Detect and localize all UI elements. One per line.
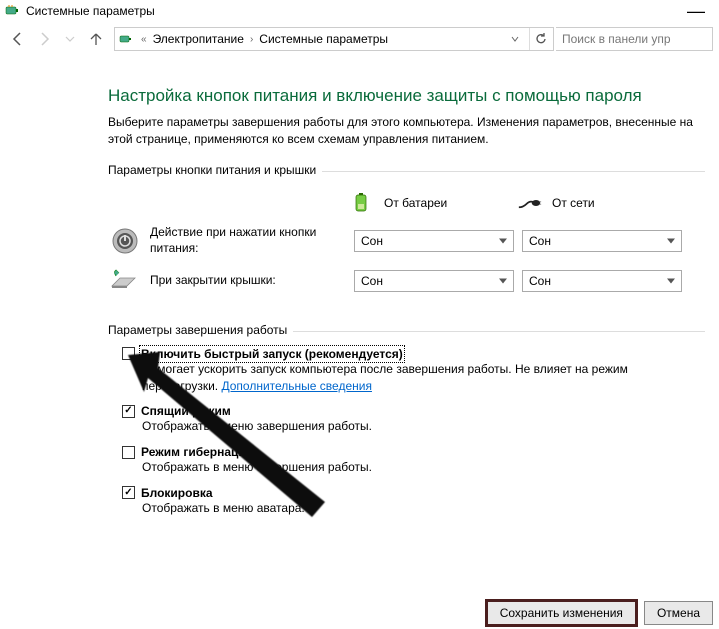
group-power-title: Параметры кнопки питания и крышки — [108, 163, 322, 177]
breadcrumb-item[interactable]: Системные параметры — [259, 32, 388, 46]
power-plan-icon — [117, 30, 135, 48]
battery-icon — [350, 191, 374, 215]
lid-ac-select[interactable]: Сон — [522, 270, 682, 292]
ac-source-label: От сети — [552, 196, 595, 210]
checkbox-description: Помогает ускорить запуск компьютера посл… — [142, 361, 702, 395]
checkbox[interactable] — [122, 486, 135, 499]
shutdown-option: БлокировкаОтображать в меню аватара. — [122, 486, 705, 517]
checkbox-label[interactable]: Включить быстрый запуск (рекомендуется) — [141, 347, 403, 361]
group-shutdown-title: Параметры завершения работы — [108, 323, 293, 337]
power-button-icon — [108, 224, 142, 258]
lid-close-label: При закрытии крышки: — [150, 273, 346, 289]
plug-icon — [518, 191, 542, 215]
minimize-button[interactable]: — — [677, 1, 715, 22]
checkbox-description: Отображать в меню завершения работы. — [142, 459, 702, 476]
page-intro: Выберите параметры завершения работы для… — [108, 114, 705, 149]
back-button[interactable] — [6, 27, 30, 51]
cancel-button[interactable]: Отмена — [644, 601, 713, 625]
recent-dropdown[interactable] — [58, 27, 82, 51]
shutdown-option: Спящий режимОтображать в меню завершения… — [122, 404, 705, 435]
forward-button[interactable] — [32, 27, 56, 51]
lid-battery-select[interactable]: Сон — [354, 270, 514, 292]
checkbox[interactable] — [122, 405, 135, 418]
checkbox-description: Отображать в меню аватара. — [142, 500, 702, 517]
power-button-ac-select[interactable]: Сон — [522, 230, 682, 252]
window-icon — [4, 3, 20, 19]
checkbox-label[interactable]: Спящий режим — [141, 404, 231, 418]
shutdown-option: Режим гибернацииОтображать в меню заверш… — [122, 445, 705, 476]
address-bar[interactable]: « Электропитание › Системные параметры — [114, 27, 554, 51]
checkbox-description: Отображать в меню завершения работы. — [142, 418, 702, 435]
window-title: Системные параметры — [26, 4, 155, 18]
address-dropdown[interactable] — [505, 35, 525, 43]
battery-source-label: От батареи — [384, 196, 447, 210]
shutdown-option: Включить быстрый запуск (рекомендуется)П… — [122, 347, 705, 395]
power-button-action-label: Действие при нажатии кнопки питания: — [150, 225, 346, 256]
checkbox-label[interactable]: Режим гибернации — [141, 445, 253, 459]
search-input[interactable]: Поиск в панели упр — [556, 27, 713, 51]
more-info-link[interactable]: Дополнительные сведения — [221, 379, 371, 393]
page-title: Настройка кнопок питания и включение защ… — [108, 86, 705, 106]
chevron-right-icon: › — [248, 34, 255, 45]
up-button[interactable] — [84, 27, 108, 51]
power-button-battery-select[interactable]: Сон — [354, 230, 514, 252]
refresh-button[interactable] — [529, 28, 551, 50]
checkbox[interactable] — [122, 446, 135, 459]
save-button[interactable]: Сохранить изменения — [487, 601, 636, 625]
checkbox[interactable] — [122, 347, 135, 360]
checkbox-label[interactable]: Блокировка — [141, 486, 213, 500]
chevron-icon: « — [139, 34, 149, 45]
breadcrumb-item[interactable]: Электропитание — [153, 32, 244, 46]
search-placeholder: Поиск в панели упр — [562, 32, 671, 46]
lid-close-icon — [108, 264, 142, 298]
